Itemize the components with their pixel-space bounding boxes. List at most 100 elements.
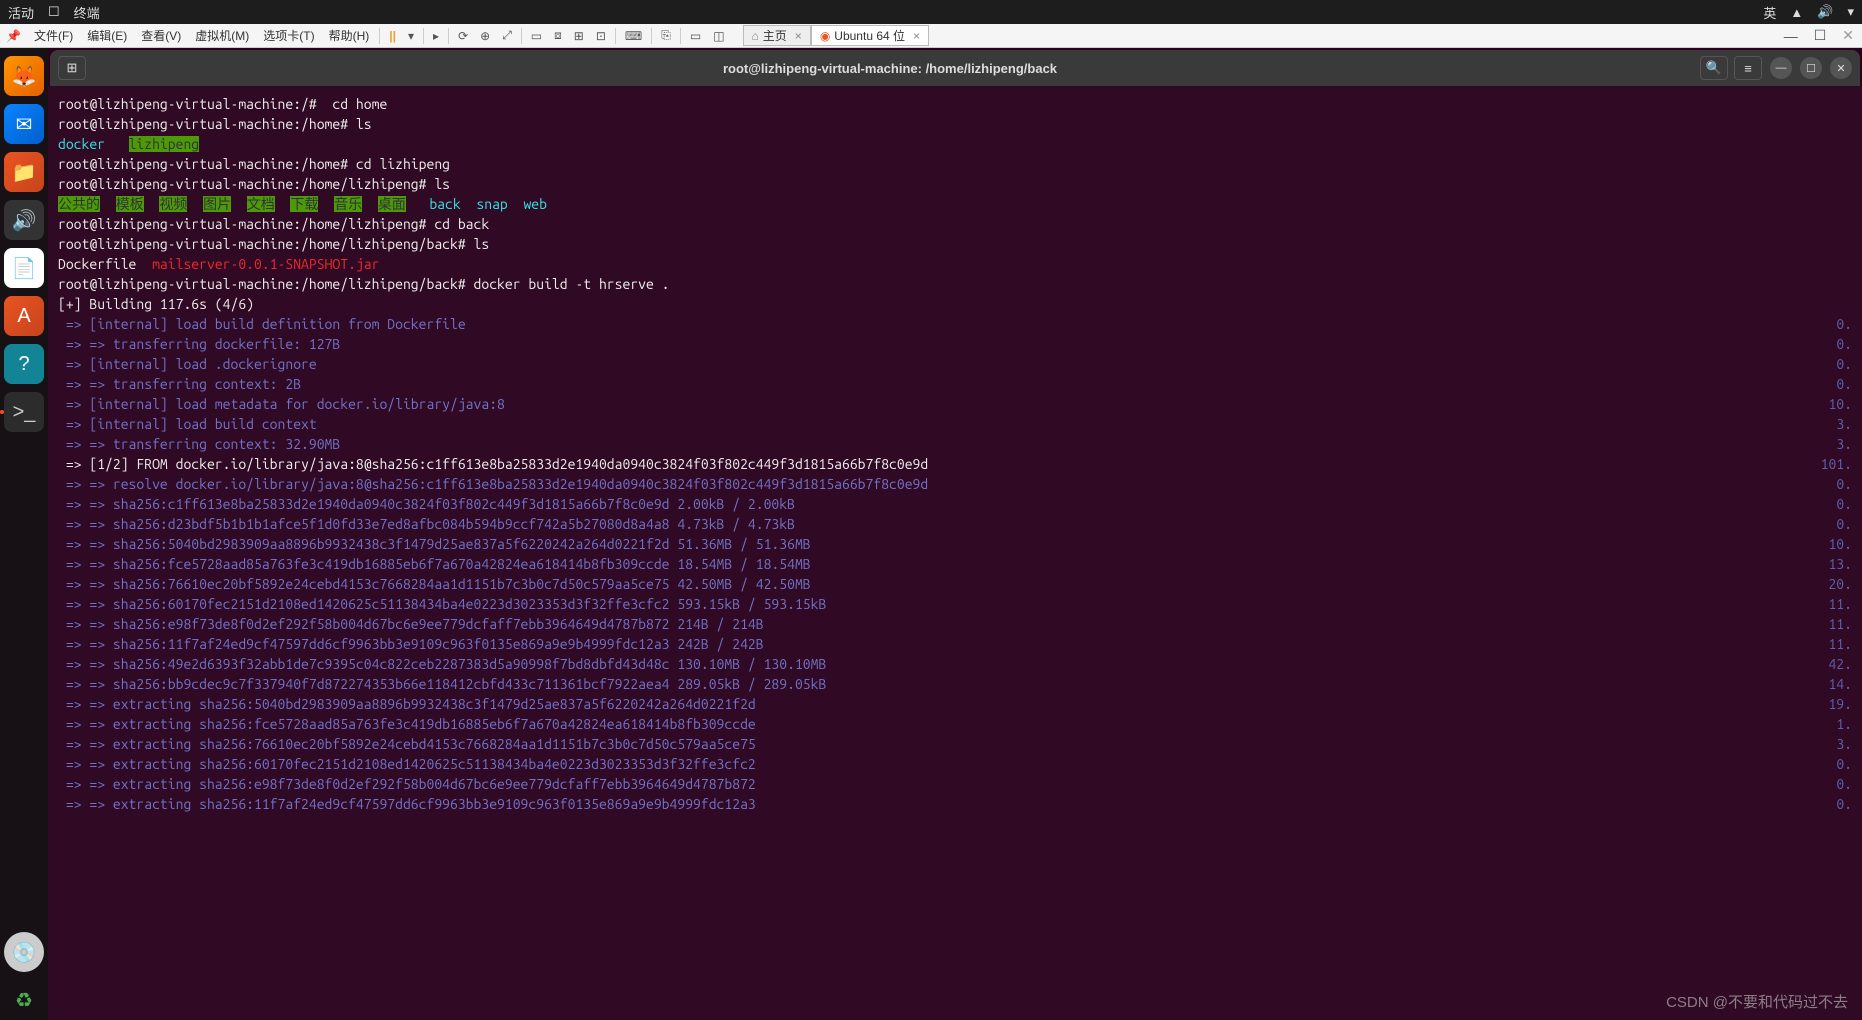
tab-ubuntu[interactable]: ◉ Ubuntu 64 位 ×: [811, 25, 929, 46]
terminal-line: docker lizhipeng: [58, 134, 1852, 154]
terminal-line: 公共的 模板 视频 图片 文档 下载 音乐 桌面 back snap web: [58, 194, 1852, 214]
terminal-line: => [internal] load .dockerignore0.: [58, 354, 1852, 374]
network-icon[interactable]: ▲: [1790, 5, 1803, 20]
view-single-icon[interactable]: ▭: [525, 29, 548, 43]
main-content: ⊞ root@lizhipeng-virtual-machine: /home/…: [48, 48, 1862, 1020]
view-unity-icon[interactable]: ⊞: [568, 29, 590, 43]
view-multi-icon[interactable]: ⧈: [548, 28, 568, 43]
menu-vm[interactable]: 虚拟机(M): [188, 27, 256, 44]
menu-button[interactable]: ≡: [1734, 56, 1762, 80]
terminal-line: root@lizhipeng-virtual-machine:/home# cd…: [58, 154, 1852, 174]
volume-icon[interactable]: 🔊: [1817, 4, 1833, 20]
menu-edit[interactable]: 编辑(E): [80, 27, 134, 44]
dock-software[interactable]: A: [4, 296, 44, 336]
terminal-line: => => transferring context: 2B0.: [58, 374, 1852, 394]
terminal-maximize-button[interactable]: ☐: [1800, 57, 1822, 79]
terminal-minimize-button[interactable]: —: [1770, 57, 1792, 79]
dock-help[interactable]: ?: [4, 344, 44, 384]
close-icon[interactable]: ×: [913, 29, 920, 43]
pause-icon[interactable]: ||: [383, 29, 402, 43]
terminal-line: root@lizhipeng-virtual-machine:/# cd hom…: [58, 94, 1852, 114]
terminal-line: => => sha256:60170fec2151d2108ed1420625c…: [58, 594, 1852, 614]
terminal-line: => => sha256:d23bdf5b1b1b1afce5f1d0fd33e…: [58, 514, 1852, 534]
terminal-line: => => sha256:c1ff613e8ba25833d2e1940da09…: [58, 494, 1852, 514]
view-fullscreen-icon[interactable]: ⊡: [590, 29, 612, 43]
home-icon: ⌂: [752, 29, 759, 43]
separator: [379, 28, 380, 44]
terminal-line: => => sha256:bb9cdec9c7f337940f7d8722743…: [58, 674, 1852, 694]
terminal-line: => => sha256:49e2d6393f32abb1de7c9395c04…: [58, 654, 1852, 674]
window-minimize-button[interactable]: —: [1776, 28, 1806, 44]
stretch-icon[interactable]: ▭: [684, 29, 707, 43]
separator: [423, 28, 424, 44]
terminal-line: => [1/2] FROM docker.io/library/java:8@s…: [58, 454, 1852, 474]
terminal-line: => => extracting sha256:fce5728aad85a763…: [58, 714, 1852, 734]
terminal-line: => => sha256:e98f73de8f0d2ef292f58b004d6…: [58, 614, 1852, 634]
vm-tabs: ⌂ 主页 × ◉ Ubuntu 64 位 ×: [743, 25, 930, 46]
app-menu-name[interactable]: 终端: [74, 3, 100, 22]
input-lang-indicator[interactable]: 英: [1763, 3, 1776, 22]
terminal-line: => [internal] load build context3.: [58, 414, 1852, 434]
desktop: 🦊 ✉ 📁 🔊 📄 A ? >_ 💿 ♻ ⊞ root@lizhipeng-vi…: [0, 48, 1862, 1020]
terminal-line: => => extracting sha256:5040bd2983909aa8…: [58, 694, 1852, 714]
terminal-line: root@lizhipeng-virtual-machine:/home# ls: [58, 114, 1852, 134]
console-icon[interactable]: ⎘: [655, 28, 677, 43]
dock-files[interactable]: 📁: [4, 152, 44, 192]
toolbar-icon[interactable]: ▾: [402, 29, 420, 43]
terminal-close-button[interactable]: ✕: [1830, 57, 1852, 79]
dock-terminal[interactable]: >_: [4, 392, 44, 432]
app-menu-icon[interactable]: ☐: [48, 4, 60, 20]
menu-view[interactable]: 查看(V): [134, 27, 188, 44]
toolbar-snapshot2-icon[interactable]: ⊕: [474, 29, 496, 43]
terminal-line: => => transferring dockerfile: 127B0.: [58, 334, 1852, 354]
dock: 🦊 ✉ 📁 🔊 📄 A ? >_ 💿 ♻: [0, 48, 48, 1020]
new-tab-button[interactable]: ⊞: [58, 56, 86, 80]
dock-trash[interactable]: ♻: [4, 980, 44, 1020]
terminal-line: Dockerfile mailserver-0.0.1-SNAPSHOT.jar: [58, 254, 1852, 274]
terminal-body[interactable]: root@lizhipeng-virtual-machine:/# cd hom…: [48, 86, 1862, 1020]
cycle-icon[interactable]: ◫: [707, 29, 730, 43]
menu-file[interactable]: 文件(F): [27, 27, 80, 44]
window-close-button[interactable]: ✕: [1834, 27, 1862, 44]
terminal-line: => => transferring context: 32.90MB3.: [58, 434, 1852, 454]
search-button[interactable]: 🔍: [1700, 56, 1728, 80]
window-maximize-button[interactable]: ☐: [1806, 27, 1835, 44]
terminal-line: => => sha256:fce5728aad85a763fe3c419db16…: [58, 554, 1852, 574]
terminal-line: => [internal] load build definition from…: [58, 314, 1852, 334]
separator: [521, 28, 522, 44]
activities-button[interactable]: 活动: [8, 3, 34, 22]
menu-tabs[interactable]: 选项卡(T): [256, 27, 321, 44]
terminal-header: ⊞ root@lizhipeng-virtual-machine: /home/…: [50, 50, 1860, 86]
separator: [680, 28, 681, 44]
keyboard-icon[interactable]: ⌨: [619, 29, 648, 43]
menu-help[interactable]: 帮助(H): [322, 27, 377, 44]
terminal-line: root@lizhipeng-virtual-machine:/home/liz…: [58, 214, 1852, 234]
dock-firefox[interactable]: 🦊: [4, 56, 44, 96]
watermark: CSDN @不要和代码过不去: [1666, 991, 1848, 1012]
toolbar-snapshot-icon[interactable]: ⟳: [452, 29, 474, 43]
terminal-line: => => sha256:5040bd2983909aa8896b9932438…: [58, 534, 1852, 554]
terminal-line: [+] Building 117.6s (4/6): [58, 294, 1852, 314]
dock-libreoffice-writer[interactable]: 📄: [4, 248, 44, 288]
terminal-line: root@lizhipeng-virtual-machine:/home/liz…: [58, 174, 1852, 194]
terminal-line: root@lizhipeng-virtual-machine:/home/liz…: [58, 274, 1852, 294]
terminal-line: => => sha256:11f7af24ed9cf47597dd6cf9963…: [58, 634, 1852, 654]
terminal-title: root@lizhipeng-virtual-machine: /home/li…: [86, 61, 1694, 76]
terminal-line: => => sha256:76610ec20bf5892e24cebd4153c…: [58, 574, 1852, 594]
separator: [651, 28, 652, 44]
close-icon[interactable]: ×: [795, 29, 802, 43]
terminal-line: => => extracting sha256:60170fec2151d210…: [58, 754, 1852, 774]
toolbar-manage-icon[interactable]: ⤢: [496, 28, 518, 43]
vmware-menubar: 📌 文件(F) 编辑(E) 查看(V) 虚拟机(M) 选项卡(T) 帮助(H) …: [0, 24, 1862, 48]
terminal-line: => => extracting sha256:76610ec20bf5892e…: [58, 734, 1852, 754]
pin-icon[interactable]: 📌: [0, 29, 27, 43]
terminal-line: => => resolve docker.io/library/java:8@s…: [58, 474, 1852, 494]
power-menu-icon[interactable]: ▾: [1847, 4, 1854, 20]
tab-home[interactable]: ⌂ 主页 ×: [743, 25, 811, 46]
toolbar-send-icon[interactable]: ▸: [427, 29, 445, 43]
terminal-line: root@lizhipeng-virtual-machine:/home/liz…: [58, 234, 1852, 254]
terminal-line: => => extracting sha256:e98f73de8f0d2ef2…: [58, 774, 1852, 794]
dock-disk[interactable]: 💿: [4, 932, 44, 972]
dock-rhythmbox[interactable]: 🔊: [4, 200, 44, 240]
dock-thunderbird[interactable]: ✉: [4, 104, 44, 144]
